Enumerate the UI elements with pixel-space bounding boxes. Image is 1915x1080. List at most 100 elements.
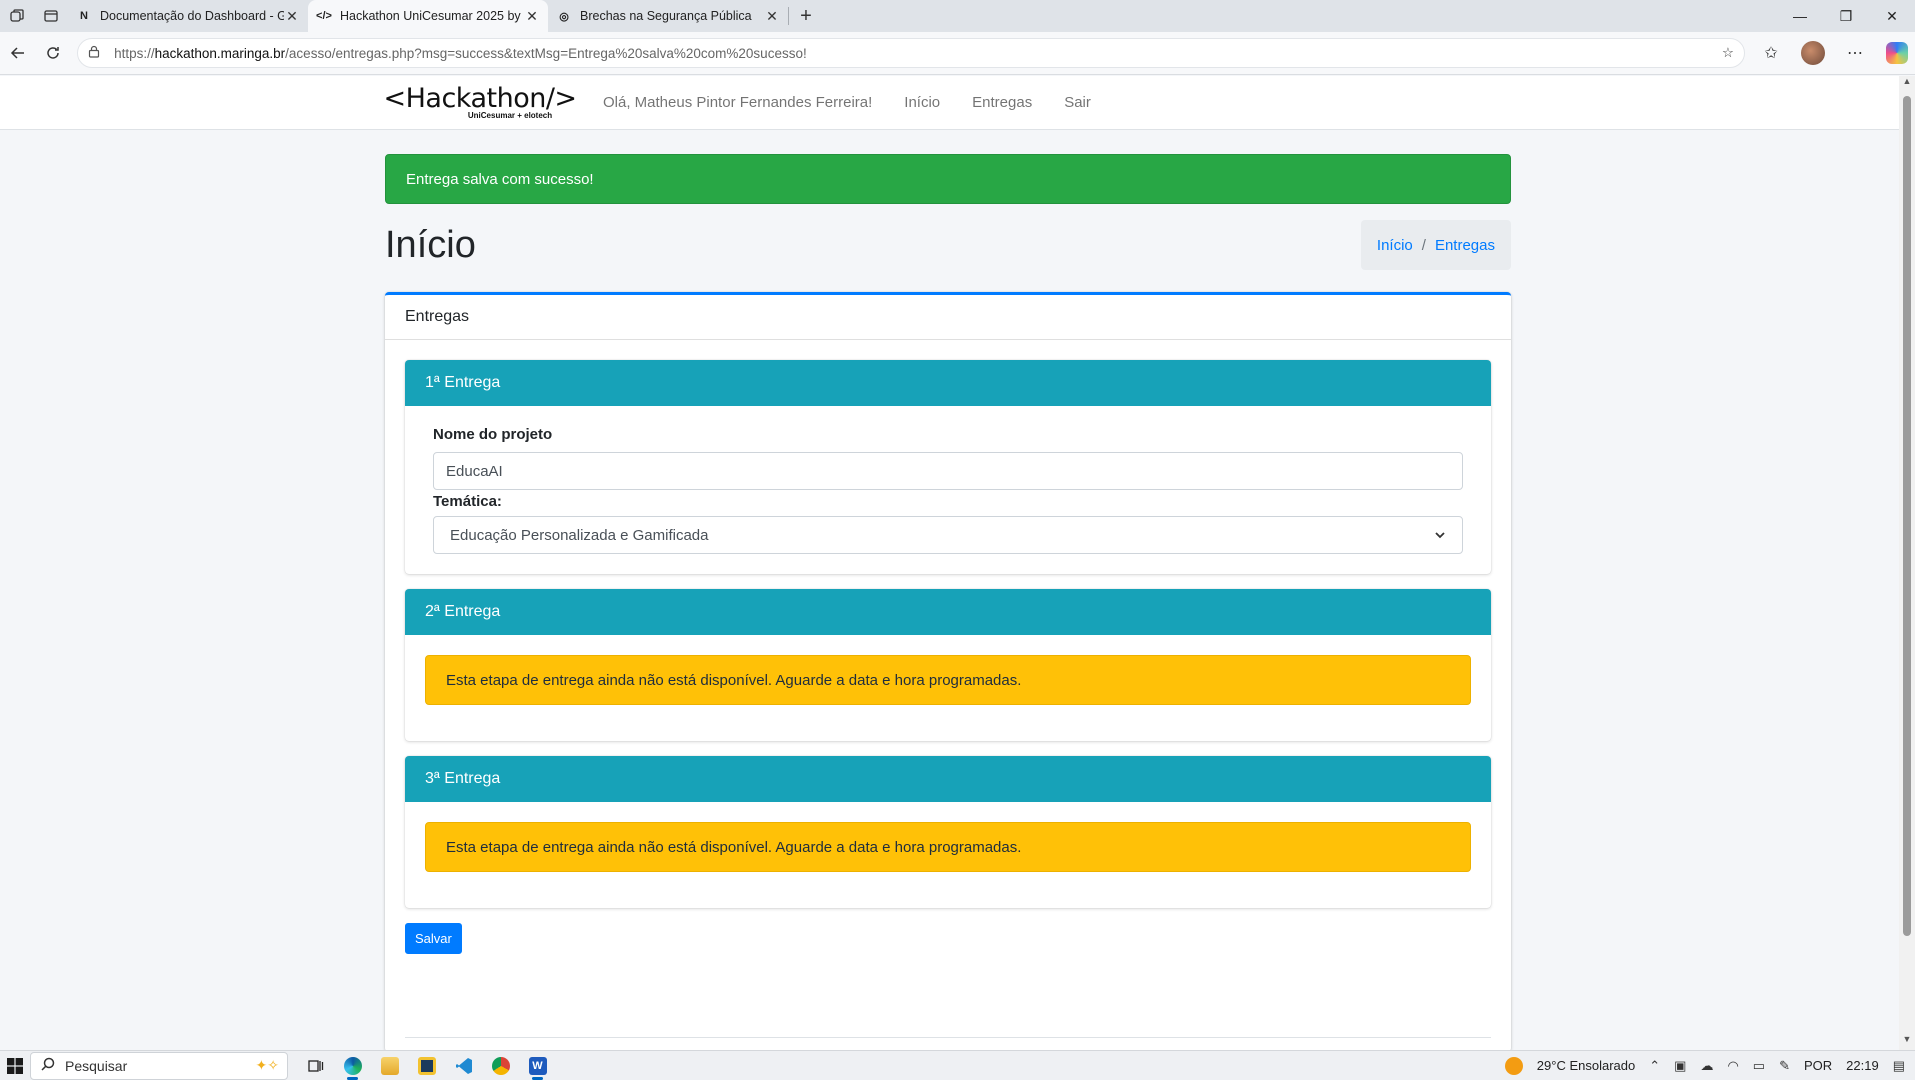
brand-logo[interactable]: <Hackathon/> UniCesumar + elotech — [383, 83, 577, 121]
delivery-card-2: 2ª Entrega Esta etapa de entrega ainda n… — [405, 589, 1491, 741]
weather-sun-icon[interactable] — [1504, 1056, 1523, 1075]
browser-tab-docs[interactable]: N Documentação do Dashboard - G ✕ — [68, 0, 308, 32]
favorite-star-icon[interactable]: ☆ — [1722, 45, 1734, 61]
content-header: Início Início / Entregas — [385, 220, 1511, 270]
windows-icon — [7, 1057, 23, 1074]
content-container: Entrega salva com sucesso! Início Início… — [385, 154, 1511, 1050]
language-indicator[interactable]: POR — [1804, 1058, 1832, 1073]
openai-icon: ◎ — [559, 10, 569, 23]
theme-select[interactable]: Educação Personalizada e Gamificada — [433, 516, 1463, 554]
delivery-card-header: 3ª Entrega — [405, 756, 1491, 802]
delivery-card-body: Nome do projeto Temática: Educação Perso… — [405, 406, 1491, 574]
tab-title: Brechas na Segurança Pública — [580, 9, 752, 23]
page-scrollbar[interactable]: ▲ ▼ — [1899, 76, 1915, 1050]
address-bar-row: https://hackathon.maringa.br/acesso/entr… — [0, 32, 1915, 75]
unavailable-warning: Esta etapa de entrega ainda não está dis… — [425, 822, 1471, 872]
notion-icon: N — [80, 10, 88, 22]
entregas-card-header: Entregas — [385, 295, 1511, 340]
copilot-icon[interactable] — [1879, 37, 1915, 69]
brand-logo-text: <Hackathon/> — [383, 83, 577, 114]
back-button[interactable] — [0, 35, 36, 71]
url-host: hackathon.maringa.br — [154, 45, 286, 61]
system-tray: 29°C Ensolarado ⌃ ▣ ☁ ◠ ▭ ✎ POR 22:19 ▤ — [1504, 1056, 1915, 1075]
chevron-up-icon[interactable]: ⌃ — [1649, 1058, 1660, 1074]
clock[interactable]: 22:19 — [1846, 1058, 1879, 1073]
onedrive-icon[interactable]: ☁ — [1700, 1058, 1713, 1074]
url-scheme: https:// — [114, 45, 155, 61]
search-placeholder: Pesquisar — [65, 1057, 128, 1074]
edge-app-icon[interactable] — [337, 1052, 368, 1080]
window-controls: — ❐ ✕ — [1777, 0, 1915, 32]
taskbar-apps: W — [300, 1052, 553, 1080]
card-footer-divider — [405, 1037, 1491, 1038]
task-view-icon[interactable] — [300, 1052, 331, 1080]
windows-taskbar: Pesquisar ✦✧ W 29°C Ensolarado ⌃ ▣ ☁ ◠ ▭… — [0, 1050, 1915, 1080]
toolbar-right: ✩ ⋯ — [1753, 37, 1915, 69]
breadcrumb-separator: / — [1421, 236, 1426, 254]
chrome-icon[interactable] — [485, 1052, 516, 1080]
delivery-card-3: 3ª Entrega Esta etapa de entrega ainda n… — [405, 756, 1491, 908]
workspaces-icon[interactable] — [0, 0, 34, 32]
close-tab-icon[interactable]: ✕ — [284, 8, 300, 25]
delivery-card-body: Esta etapa de entrega ainda não está dis… — [405, 635, 1491, 741]
more-options-icon[interactable]: ⋯ — [1837, 37, 1873, 69]
tab-actions-icon[interactable] — [34, 0, 68, 32]
reload-button[interactable] — [36, 35, 72, 71]
new-tab-button[interactable]: + — [789, 0, 823, 32]
site-navbar: <Hackathon/> UniCesumar + elotech Olá, M… — [0, 76, 1899, 130]
project-name-label: Nome do projeto — [433, 426, 553, 443]
breadcrumb: Início / Entregas — [1360, 220, 1511, 270]
minimize-icon[interactable]: — — [1777, 0, 1823, 32]
close-tab-icon[interactable]: ✕ — [764, 8, 780, 25]
browser-tab-hackathon[interactable]: </> Hackathon UniCesumar 2025 by E ✕ — [308, 0, 548, 32]
breadcrumb-current-link[interactable]: Entregas — [1435, 237, 1495, 254]
search-icon — [41, 1057, 55, 1074]
scrollbar-thumb[interactable] — [1903, 96, 1911, 936]
unavailable-warning: Esta etapa de entrega ainda não está dis… — [425, 655, 1471, 705]
project-name-input[interactable] — [433, 452, 1463, 490]
theme-selected-value: Educação Personalizada e Gamificada — [450, 526, 709, 544]
entregas-card-body: 1ª Entrega Nome do projeto Temática: Edu… — [385, 340, 1511, 1050]
user-greeting: Olá, Matheus Pintor Fernandes Ferreira! — [603, 94, 873, 111]
url-field[interactable]: https://hackathon.maringa.br/acesso/entr… — [77, 38, 1746, 68]
tab-title: Hackathon UniCesumar 2025 by E — [340, 9, 524, 23]
url-path: /acesso/entregas.php?msg=success&textMsg… — [285, 45, 807, 61]
nav-link-entregas[interactable]: Entregas — [972, 94, 1032, 111]
nav-link-inicio[interactable]: Início — [904, 94, 940, 111]
breadcrumb-home-link[interactable]: Início — [1377, 237, 1413, 254]
weather-text[interactable]: 29°C Ensolarado — [1537, 1058, 1635, 1073]
close-tab-icon[interactable]: ✕ — [524, 8, 540, 25]
start-button[interactable] — [0, 1057, 30, 1074]
browser-tab-seguranca[interactable]: ◎ Brechas na Segurança Pública ✕ — [548, 0, 788, 32]
profile-button[interactable] — [1795, 37, 1831, 69]
lock-icon[interactable] — [88, 45, 106, 61]
wifi-icon[interactable]: ◠ — [1727, 1058, 1738, 1074]
word-icon[interactable]: W — [522, 1052, 553, 1080]
battery-icon[interactable]: ▭ — [1753, 1058, 1765, 1074]
sparkle-icon: ✦✧ — [255, 1057, 279, 1073]
delivery-card-1: 1ª Entrega Nome do projeto Temática: Edu… — [405, 360, 1491, 574]
theme-label: Temática: — [433, 493, 502, 510]
delivery-card-body: Esta etapa de entrega ainda não está dis… — [405, 802, 1491, 908]
success-alert: Entrega salva com sucesso! — [385, 154, 1511, 204]
entregas-card: Entregas 1ª Entrega Nome do projeto Temá… — [385, 292, 1511, 1050]
restore-icon[interactable]: ❐ — [1823, 0, 1869, 32]
delivery-card-header: 1ª Entrega — [405, 360, 1491, 406]
meet-now-icon[interactable]: ▣ — [1674, 1058, 1686, 1074]
sticky-app-icon[interactable] — [411, 1052, 442, 1080]
save-button[interactable]: Salvar — [405, 923, 462, 954]
page-viewport: <Hackathon/> UniCesumar + elotech Olá, M… — [0, 76, 1899, 1050]
file-explorer-icon[interactable] — [374, 1052, 405, 1080]
notifications-icon[interactable]: ▤ — [1893, 1058, 1905, 1074]
pen-icon[interactable]: ✎ — [1779, 1058, 1790, 1074]
delivery-card-header: 2ª Entrega — [405, 589, 1491, 635]
favorites-icon[interactable]: ✩ — [1753, 37, 1789, 69]
nav-link-sair[interactable]: Sair — [1064, 94, 1091, 111]
scroll-up-icon[interactable]: ▲ — [1899, 76, 1915, 92]
close-window-icon[interactable]: ✕ — [1869, 0, 1915, 32]
vscode-icon[interactable] — [448, 1052, 479, 1080]
code-icon: </> — [316, 10, 332, 22]
taskbar-search[interactable]: Pesquisar ✦✧ — [30, 1051, 288, 1080]
tab-title: Documentação do Dashboard - G — [100, 9, 284, 23]
scroll-down-icon[interactable]: ▼ — [1899, 1034, 1915, 1050]
